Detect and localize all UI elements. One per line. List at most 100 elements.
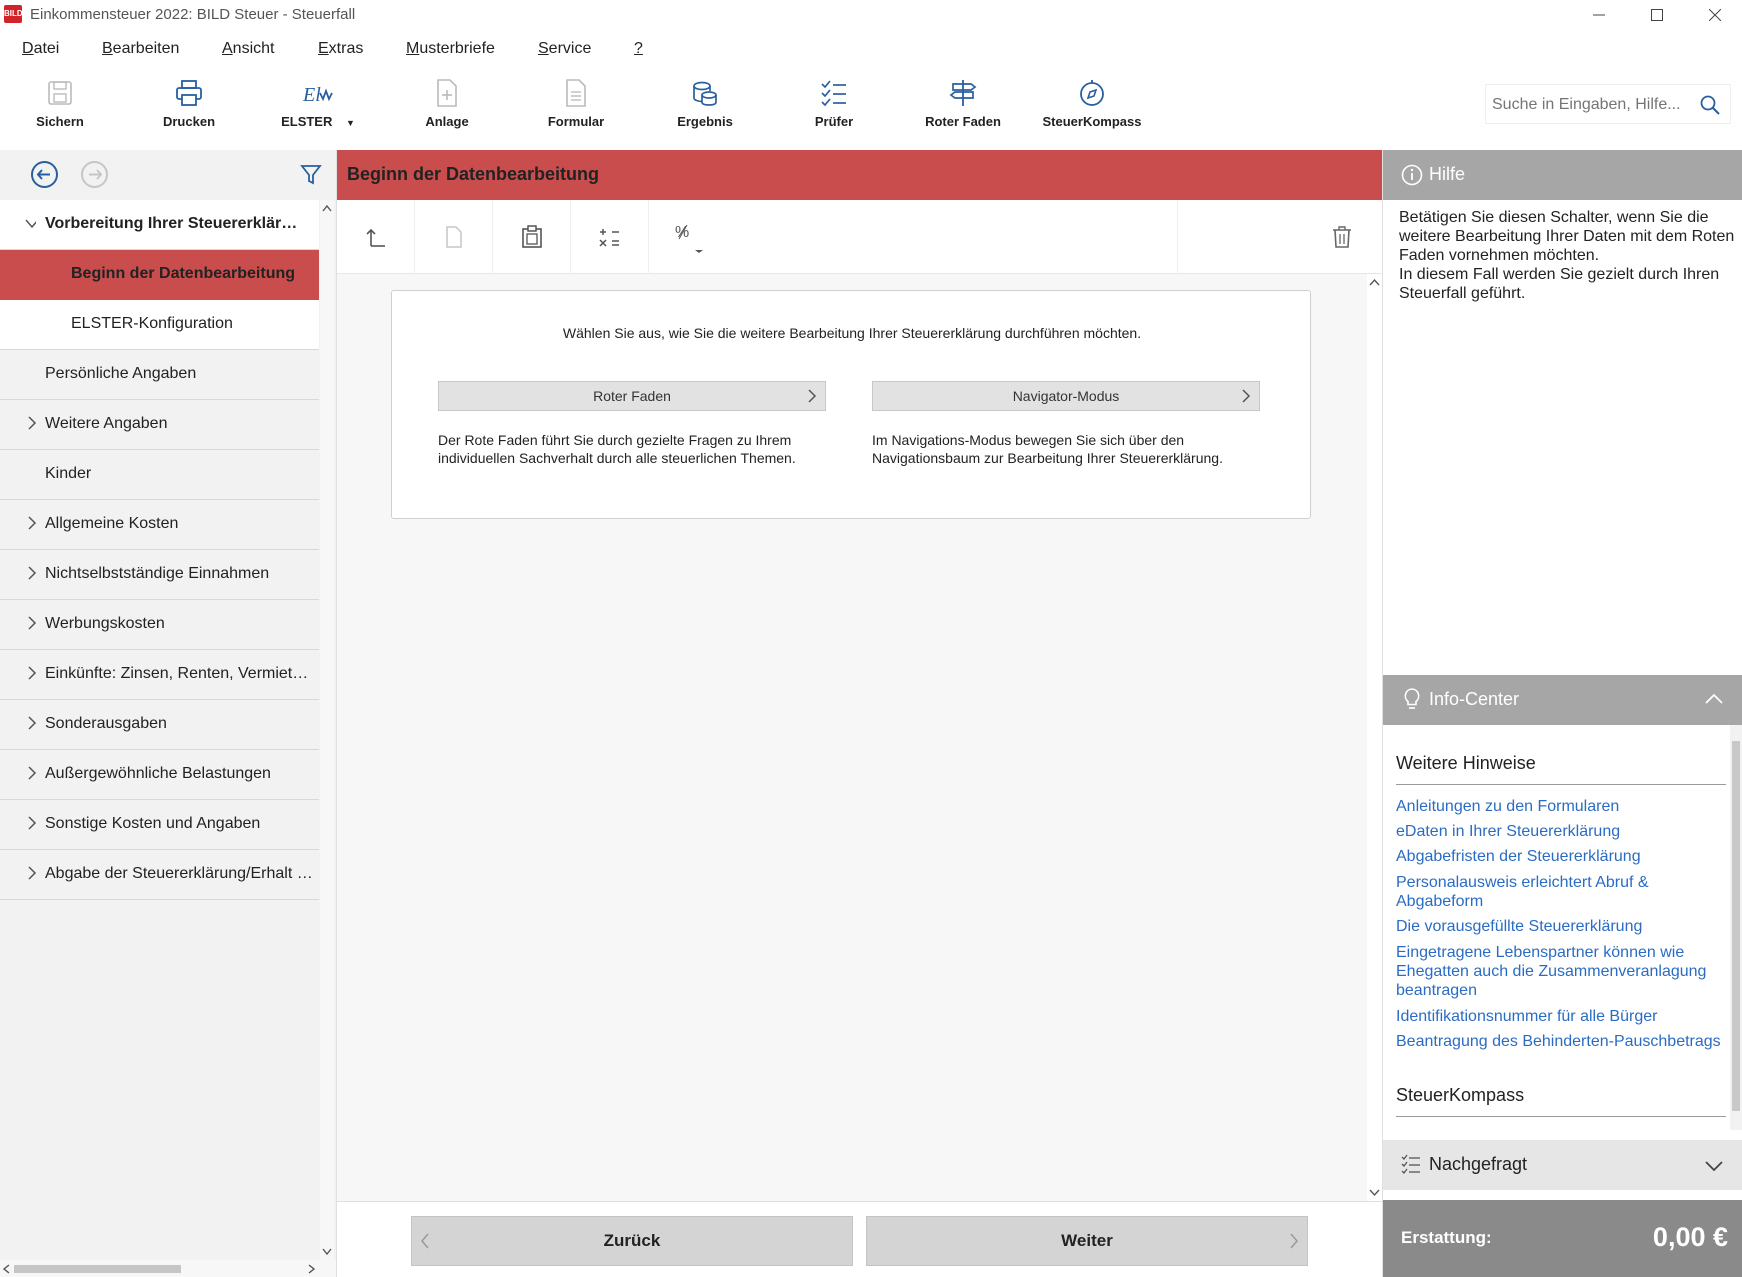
- delete-button[interactable]: [1303, 200, 1381, 274]
- nav-item-aussergewoehnliche-belastungen[interactable]: Außergewöhnliche Belastungen: [0, 750, 319, 800]
- chevron-down-icon[interactable]: [1705, 1160, 1723, 1172]
- print-icon: [176, 80, 202, 106]
- chevron-up-icon[interactable]: [1705, 693, 1723, 705]
- nav-horizontal-scrollbar[interactable]: [0, 1260, 336, 1277]
- nav-item-sonderausgaben[interactable]: Sonderausgaben: [0, 700, 319, 750]
- scroll-right-icon[interactable]: [308, 1264, 316, 1274]
- close-window-button[interactable]: [1686, 0, 1742, 30]
- info-link[interactable]: Abgabefristen der Steuererklärung: [1396, 847, 1726, 866]
- formular-label: Formular: [547, 114, 605, 129]
- scroll-thumb[interactable]: [14, 1265, 181, 1273]
- formular-button[interactable]: Formular: [516, 76, 636, 140]
- nav-item-label: Außergewöhnliche Belastungen: [45, 765, 271, 782]
- info-link[interactable]: Identifikationsnummer für alle Bürger: [1396, 1007, 1726, 1026]
- menu-musterbriefe[interactable]: Musterbriefe: [406, 40, 495, 58]
- back-arrow-icon[interactable]: [30, 160, 59, 189]
- info-link[interactable]: Die vorausgefüllte Steuererklärung: [1396, 917, 1726, 936]
- roter-faden-button[interactable]: Roter Faden: [903, 76, 1023, 140]
- nachgefragt-header[interactable]: Nachgefragt: [1383, 1140, 1742, 1190]
- choice-label: Navigator-Modus: [1012, 388, 1120, 404]
- search-input[interactable]: [1492, 93, 1692, 117]
- svg-text:%: %: [675, 224, 689, 241]
- main-toolbar: Sichern Drucken El ELSTER ▼ Anlage Formu…: [0, 70, 1742, 144]
- info-center-header[interactable]: Info-Center: [1383, 675, 1742, 725]
- scroll-up-icon[interactable]: [1369, 278, 1380, 286]
- save-label: Sichern: [36, 114, 84, 129]
- clipboard-icon: [521, 225, 542, 248]
- chevron-right-icon: [28, 616, 37, 630]
- info-link[interactable]: Anleitungen zu den Formularen: [1396, 797, 1726, 816]
- menu-service[interactable]: Service: [538, 40, 591, 58]
- info-link[interactable]: Personalausweis erleichtert Abruf & Abga…: [1396, 873, 1726, 911]
- help-text-line: Betätigen Sie diesen Schalter, wenn Sie …: [1399, 209, 1735, 302]
- nav-item-nichtselbststaendige-einnahmen[interactable]: Nichtselbstständige Einnahmen: [0, 550, 319, 600]
- nav-item-persoenliche-angaben[interactable]: Persönliche Angaben: [0, 350, 319, 400]
- maximize-button[interactable]: [1628, 0, 1686, 30]
- scroll-thumb[interactable]: [1732, 741, 1740, 1111]
- save-button[interactable]: Sichern: [0, 76, 120, 140]
- refund-value: 0,00 €: [1652, 1222, 1728, 1252]
- next-button[interactable]: Weiter: [866, 1216, 1308, 1266]
- ergebnis-button[interactable]: Ergebnis: [645, 76, 765, 140]
- clipboard-button[interactable]: [493, 200, 571, 274]
- nav-item-einkuenfte[interactable]: Einkünfte: Zinsen, Renten, Vermietu…: [0, 650, 319, 700]
- scroll-down-icon[interactable]: [1369, 1189, 1380, 1197]
- pruefer-button[interactable]: Prüfer: [774, 76, 894, 140]
- menu-extras[interactable]: Extras: [318, 40, 363, 58]
- nav-item-kinder[interactable]: Kinder: [0, 450, 319, 500]
- steuerkompass-button[interactable]: SteuerKompass: [1032, 76, 1152, 140]
- back-button[interactable]: Zurück: [411, 1216, 853, 1266]
- checklist-icon: [821, 80, 846, 107]
- nav-item-allgemeine-kosten[interactable]: Allgemeine Kosten: [0, 500, 319, 550]
- info-link[interactable]: eDaten in Ihrer Steuererklärung: [1396, 822, 1726, 841]
- page-toolbar: %: [337, 200, 1382, 274]
- info-center-title: Info-Center: [1429, 689, 1520, 709]
- nav-item-weitere-angaben[interactable]: Weitere Angaben: [0, 400, 319, 450]
- form-icon: [566, 79, 586, 107]
- navigator-modus-description: Im Navigations-Modus bewegen Sie sich üb…: [872, 432, 1223, 466]
- nav-item-label: Kinder: [45, 465, 92, 482]
- anlage-button[interactable]: Anlage: [387, 76, 507, 140]
- nav-item-werbungskosten[interactable]: Werbungskosten: [0, 600, 319, 650]
- filter-icon[interactable]: [300, 164, 322, 186]
- info-link[interactable]: Eingetragene Lebenspartner können wie Eh…: [1396, 943, 1726, 1000]
- forward-arrow-icon[interactable]: [80, 160, 109, 189]
- elster-button[interactable]: El ELSTER ▼: [258, 76, 378, 140]
- menu-datei[interactable]: Datei: [22, 40, 59, 58]
- roter-faden-choice-button[interactable]: Roter Faden: [438, 381, 826, 411]
- nav-item-label: Persönliche Angaben: [45, 365, 197, 382]
- navigator-modus-choice-button[interactable]: Navigator-Modus: [872, 381, 1260, 411]
- nav-item-label: Weitere Angaben: [45, 415, 168, 432]
- info-center-scrollbar[interactable]: [1730, 725, 1742, 1130]
- print-button[interactable]: Drucken: [129, 76, 249, 140]
- nav-item-sonstige-kosten[interactable]: Sonstige Kosten und Angaben: [0, 800, 319, 850]
- nav-item-abgabe[interactable]: Abgabe der Steuererklärung/Erhalt d…: [0, 850, 319, 900]
- content-area: Wählen Sie aus, wie Sie die weitere Bear…: [337, 274, 1367, 1201]
- choice-card: Wählen Sie aus, wie Sie die weitere Bear…: [391, 290, 1311, 519]
- search-icon[interactable]: [1700, 95, 1720, 115]
- save-icon: [48, 81, 72, 105]
- main-content-pane: Beginn der Datenbearbeitung % Wählen Sie…: [337, 150, 1382, 1277]
- scroll-down-icon[interactable]: [322, 1248, 332, 1256]
- minimize-button[interactable]: [1570, 0, 1628, 30]
- scroll-up-icon[interactable]: [322, 204, 332, 212]
- info-link[interactable]: Beantragung des Behinderten-Pauschbetrag…: [1396, 1032, 1726, 1051]
- content-vertical-scrollbar[interactable]: [1367, 274, 1382, 1201]
- nav-vertical-scrollbar[interactable]: [320, 200, 334, 1260]
- page-header: Beginn der Datenbearbeitung: [337, 150, 1382, 200]
- nav-item-vorbereitung[interactable]: Vorbereitung Ihrer Steuererklär…: [0, 200, 319, 250]
- percent-button[interactable]: %: [649, 200, 727, 274]
- chevron-right-icon: [28, 816, 37, 830]
- scroll-left-icon[interactable]: [2, 1264, 10, 1274]
- nachgefragt-title: Nachgefragt: [1429, 1154, 1528, 1174]
- section-heading: Weitere Hinweise: [1396, 753, 1726, 785]
- nav-item-beginn[interactable]: Beginn der Datenbearbeitung: [0, 250, 319, 300]
- help-header[interactable]: Hilfe: [1383, 150, 1742, 200]
- calculator-button[interactable]: [571, 200, 649, 274]
- menu-bearbeiten[interactable]: Bearbeiten: [102, 40, 179, 58]
- menu-help[interactable]: ?: [634, 40, 643, 58]
- menu-ansicht[interactable]: Ansicht: [222, 40, 274, 58]
- document-button[interactable]: [415, 200, 493, 274]
- nav-item-elster-konfiguration[interactable]: ELSTER-Konfiguration: [0, 300, 319, 350]
- level-up-button[interactable]: [337, 200, 415, 274]
